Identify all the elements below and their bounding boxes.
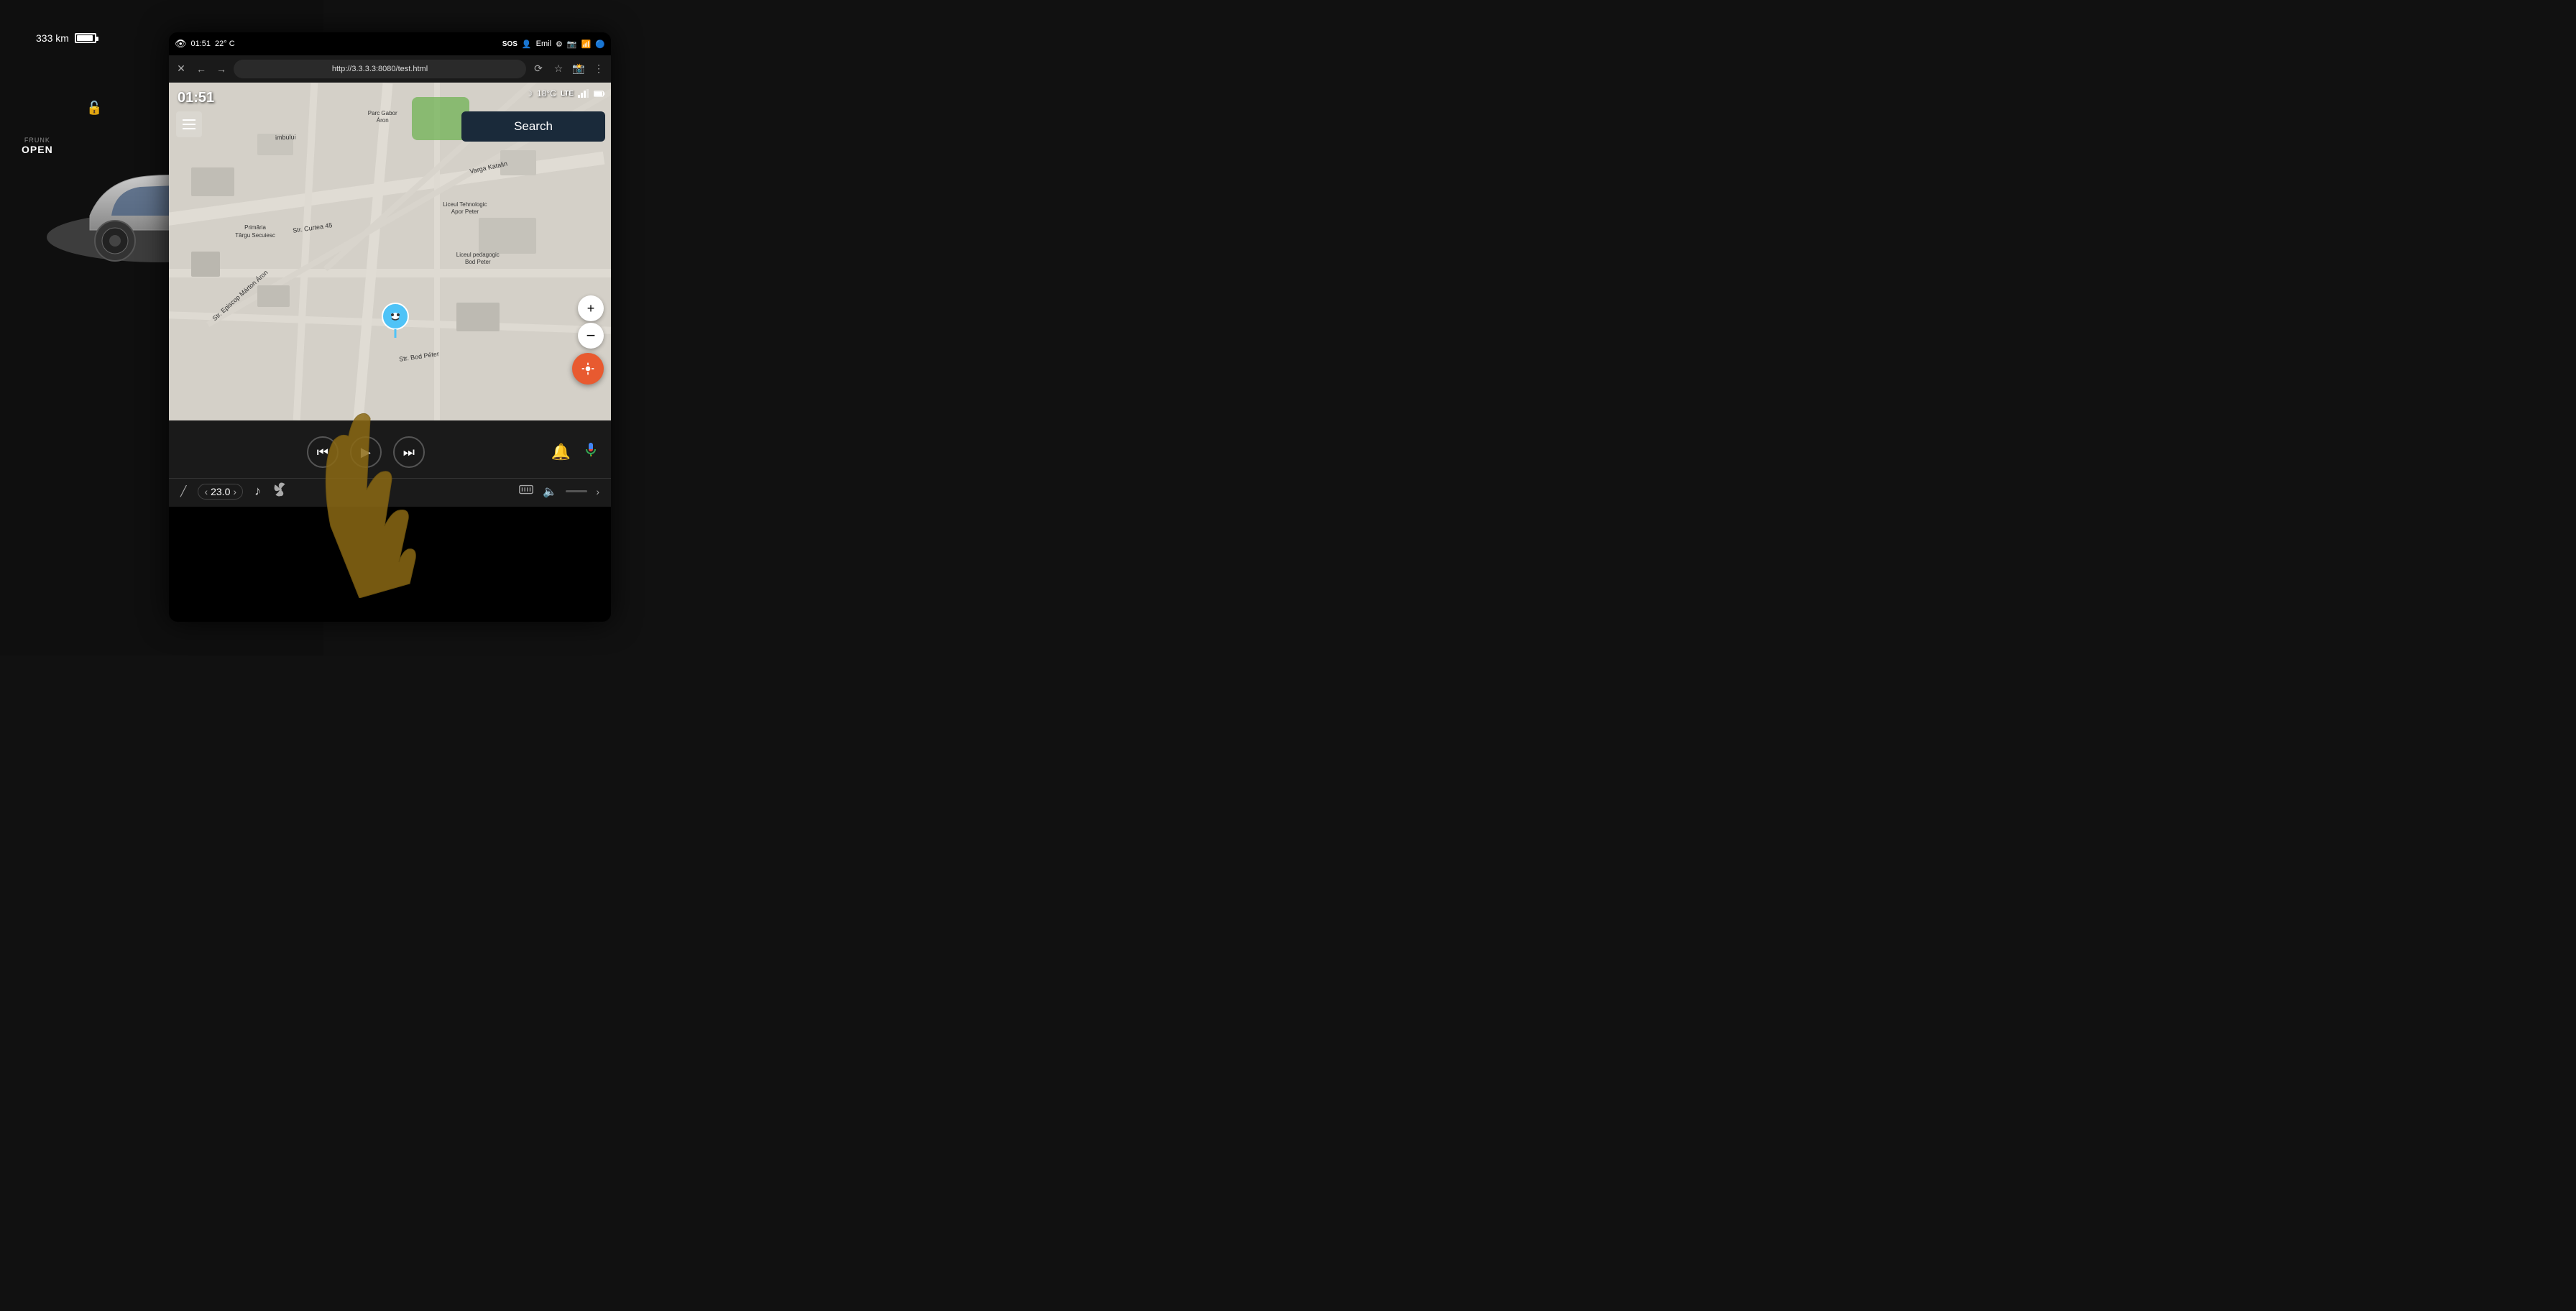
poi-primaria: PrimăriaTârgu Secuiesc (235, 224, 275, 239)
volume-bar (566, 490, 587, 492)
mic-icon[interactable] (582, 441, 599, 464)
zoom-in-button[interactable]: + (578, 295, 604, 321)
lte-signal: LTE (561, 90, 574, 98)
battery-bar-icon (75, 33, 96, 43)
battery-info: 333 km (36, 32, 96, 44)
sos-label: SOS (502, 40, 518, 48)
url-bar[interactable] (234, 60, 526, 78)
temp-left-arrow[interactable]: ‹ (204, 486, 208, 497)
temp-display: 23.0 (211, 486, 230, 497)
temp-right-arrow[interactable]: › (233, 486, 236, 497)
street-ambului: imbului (275, 133, 295, 141)
rear-defrost-icon[interactable] (518, 482, 534, 501)
tesla-screen: 333 km TRUNK OPEN 🔓 FRUNK OPEN (0, 0, 1288, 656)
refresh-button[interactable]: ⟳ (530, 61, 546, 77)
search-box[interactable]: Search (461, 111, 605, 142)
map-time-display: 01:51 (178, 90, 214, 106)
map-menu-button[interactable] (176, 111, 202, 137)
zoom-controls: + − (578, 295, 604, 349)
right-controls: 🔔 (551, 441, 599, 464)
street-bod: Str. Bod Péter (398, 350, 439, 363)
forward-button[interactable]: → (213, 61, 229, 77)
menu-line-2 (183, 124, 196, 125)
fan-icon (272, 482, 288, 497)
building-3 (191, 252, 220, 277)
my-location-button[interactable] (572, 353, 604, 385)
menu-line-1 (183, 119, 196, 121)
settings-icon[interactable]: ⚙ (556, 40, 563, 49)
bottom-row: ╱ ‹ 23.0 › ♪ (169, 478, 611, 504)
statusbar-temp: 22° C (215, 40, 235, 48)
menu-line-3 (183, 128, 196, 129)
battery-map-icon (594, 89, 605, 98)
statusbar-left: 👁 01:51 22° C (175, 38, 235, 50)
bottom-controls: ⏮ ▶ ⏭ 🔔 (169, 420, 611, 507)
google-mic-icon (582, 441, 599, 459)
wifi-icon: 📶 (581, 40, 592, 49)
close-tab-button[interactable]: ✕ (173, 61, 189, 77)
signal-bars-icon (578, 89, 589, 98)
road-v2 (293, 83, 318, 420)
defrost-icon (518, 482, 534, 497)
building-1 (191, 167, 234, 196)
half-moon-icon: ☽ (525, 89, 533, 98)
building-7 (257, 285, 290, 307)
bell-icon[interactable]: 🔔 (551, 443, 571, 461)
more-button[interactable]: ⋮ (591, 61, 607, 77)
statusbar-right: SOS 👤 Emil ⚙ 📷 📶 🔵 (502, 40, 605, 49)
map-top-right: ☽ 18°C LTE (525, 88, 605, 98)
bookmark-button[interactable]: ☆ (551, 61, 566, 77)
navigation-marker (381, 302, 410, 341)
back-button[interactable]: ← (193, 61, 209, 77)
play-pause-button[interactable]: ▶ (350, 436, 382, 468)
street-curtea: Str. Curtea 45 (293, 222, 333, 235)
poi-liceul2: Liceul pedagogicBod Peter (456, 252, 500, 267)
search-label: Search (514, 119, 553, 134)
user-label: Emil (536, 40, 551, 48)
android-statusbar: 👁 01:51 22° C SOS 👤 Emil ⚙ 📷 📶 🔵 (169, 32, 611, 55)
statusbar-time: 01:51 (191, 40, 211, 48)
lock-icon: 🔓 (86, 101, 102, 116)
road-h2 (169, 269, 611, 277)
location-icon (581, 362, 595, 376)
camera-icon[interactable]: 📷 (567, 40, 577, 49)
tablet: 👁 01:51 22° C SOS 👤 Emil ⚙ 📷 📶 🔵 ✕ ← → ⟳… (169, 32, 611, 622)
bluetooth-icon: 🔵 (595, 40, 605, 49)
poi-liceul1: Liceul TehnologicApor Peter (443, 201, 487, 216)
road-v1 (353, 83, 392, 420)
poi-parc: Parc GaborÁron (368, 110, 397, 125)
controls-row: ⏮ ▶ ⏭ 🔔 (169, 426, 611, 478)
small-icon-left: ╱ (180, 485, 186, 497)
volume-arrow-right[interactable]: › (596, 486, 599, 497)
battery-km: 333 km (36, 32, 69, 44)
browser-bar: ✕ ← → ⟳ ☆ 📸 ⋮ (169, 55, 611, 83)
volume-down-icon[interactable]: 🔈 (543, 484, 557, 499)
building-4 (479, 218, 536, 254)
zoom-out-button[interactable]: − (578, 323, 604, 349)
music-note-icon: ♪ (254, 484, 261, 499)
map-container[interactable]: Str. Curtea 45 Str. Episcop Márton Áron … (169, 83, 611, 420)
screenshot-button[interactable]: 📸 (571, 61, 586, 77)
bottom-right-controls: 🔈 › (518, 482, 599, 501)
bottom-left-controls: ╱ ‹ 23.0 › ♪ (180, 482, 288, 501)
battery-fill (77, 35, 93, 41)
map-temp-display: 18°C (537, 88, 556, 98)
prev-track-button[interactable]: ⏮ (307, 436, 339, 468)
building-5 (456, 303, 500, 331)
media-controls: ⏮ ▶ ⏭ (180, 431, 551, 474)
waze-icon: 👁 (175, 38, 187, 50)
user-icon: 👤 (522, 40, 532, 49)
next-track-button[interactable]: ⏭ (393, 436, 425, 468)
temperature-control: ‹ 23.0 › (198, 484, 243, 500)
ac-fan-icon[interactable] (272, 482, 288, 501)
